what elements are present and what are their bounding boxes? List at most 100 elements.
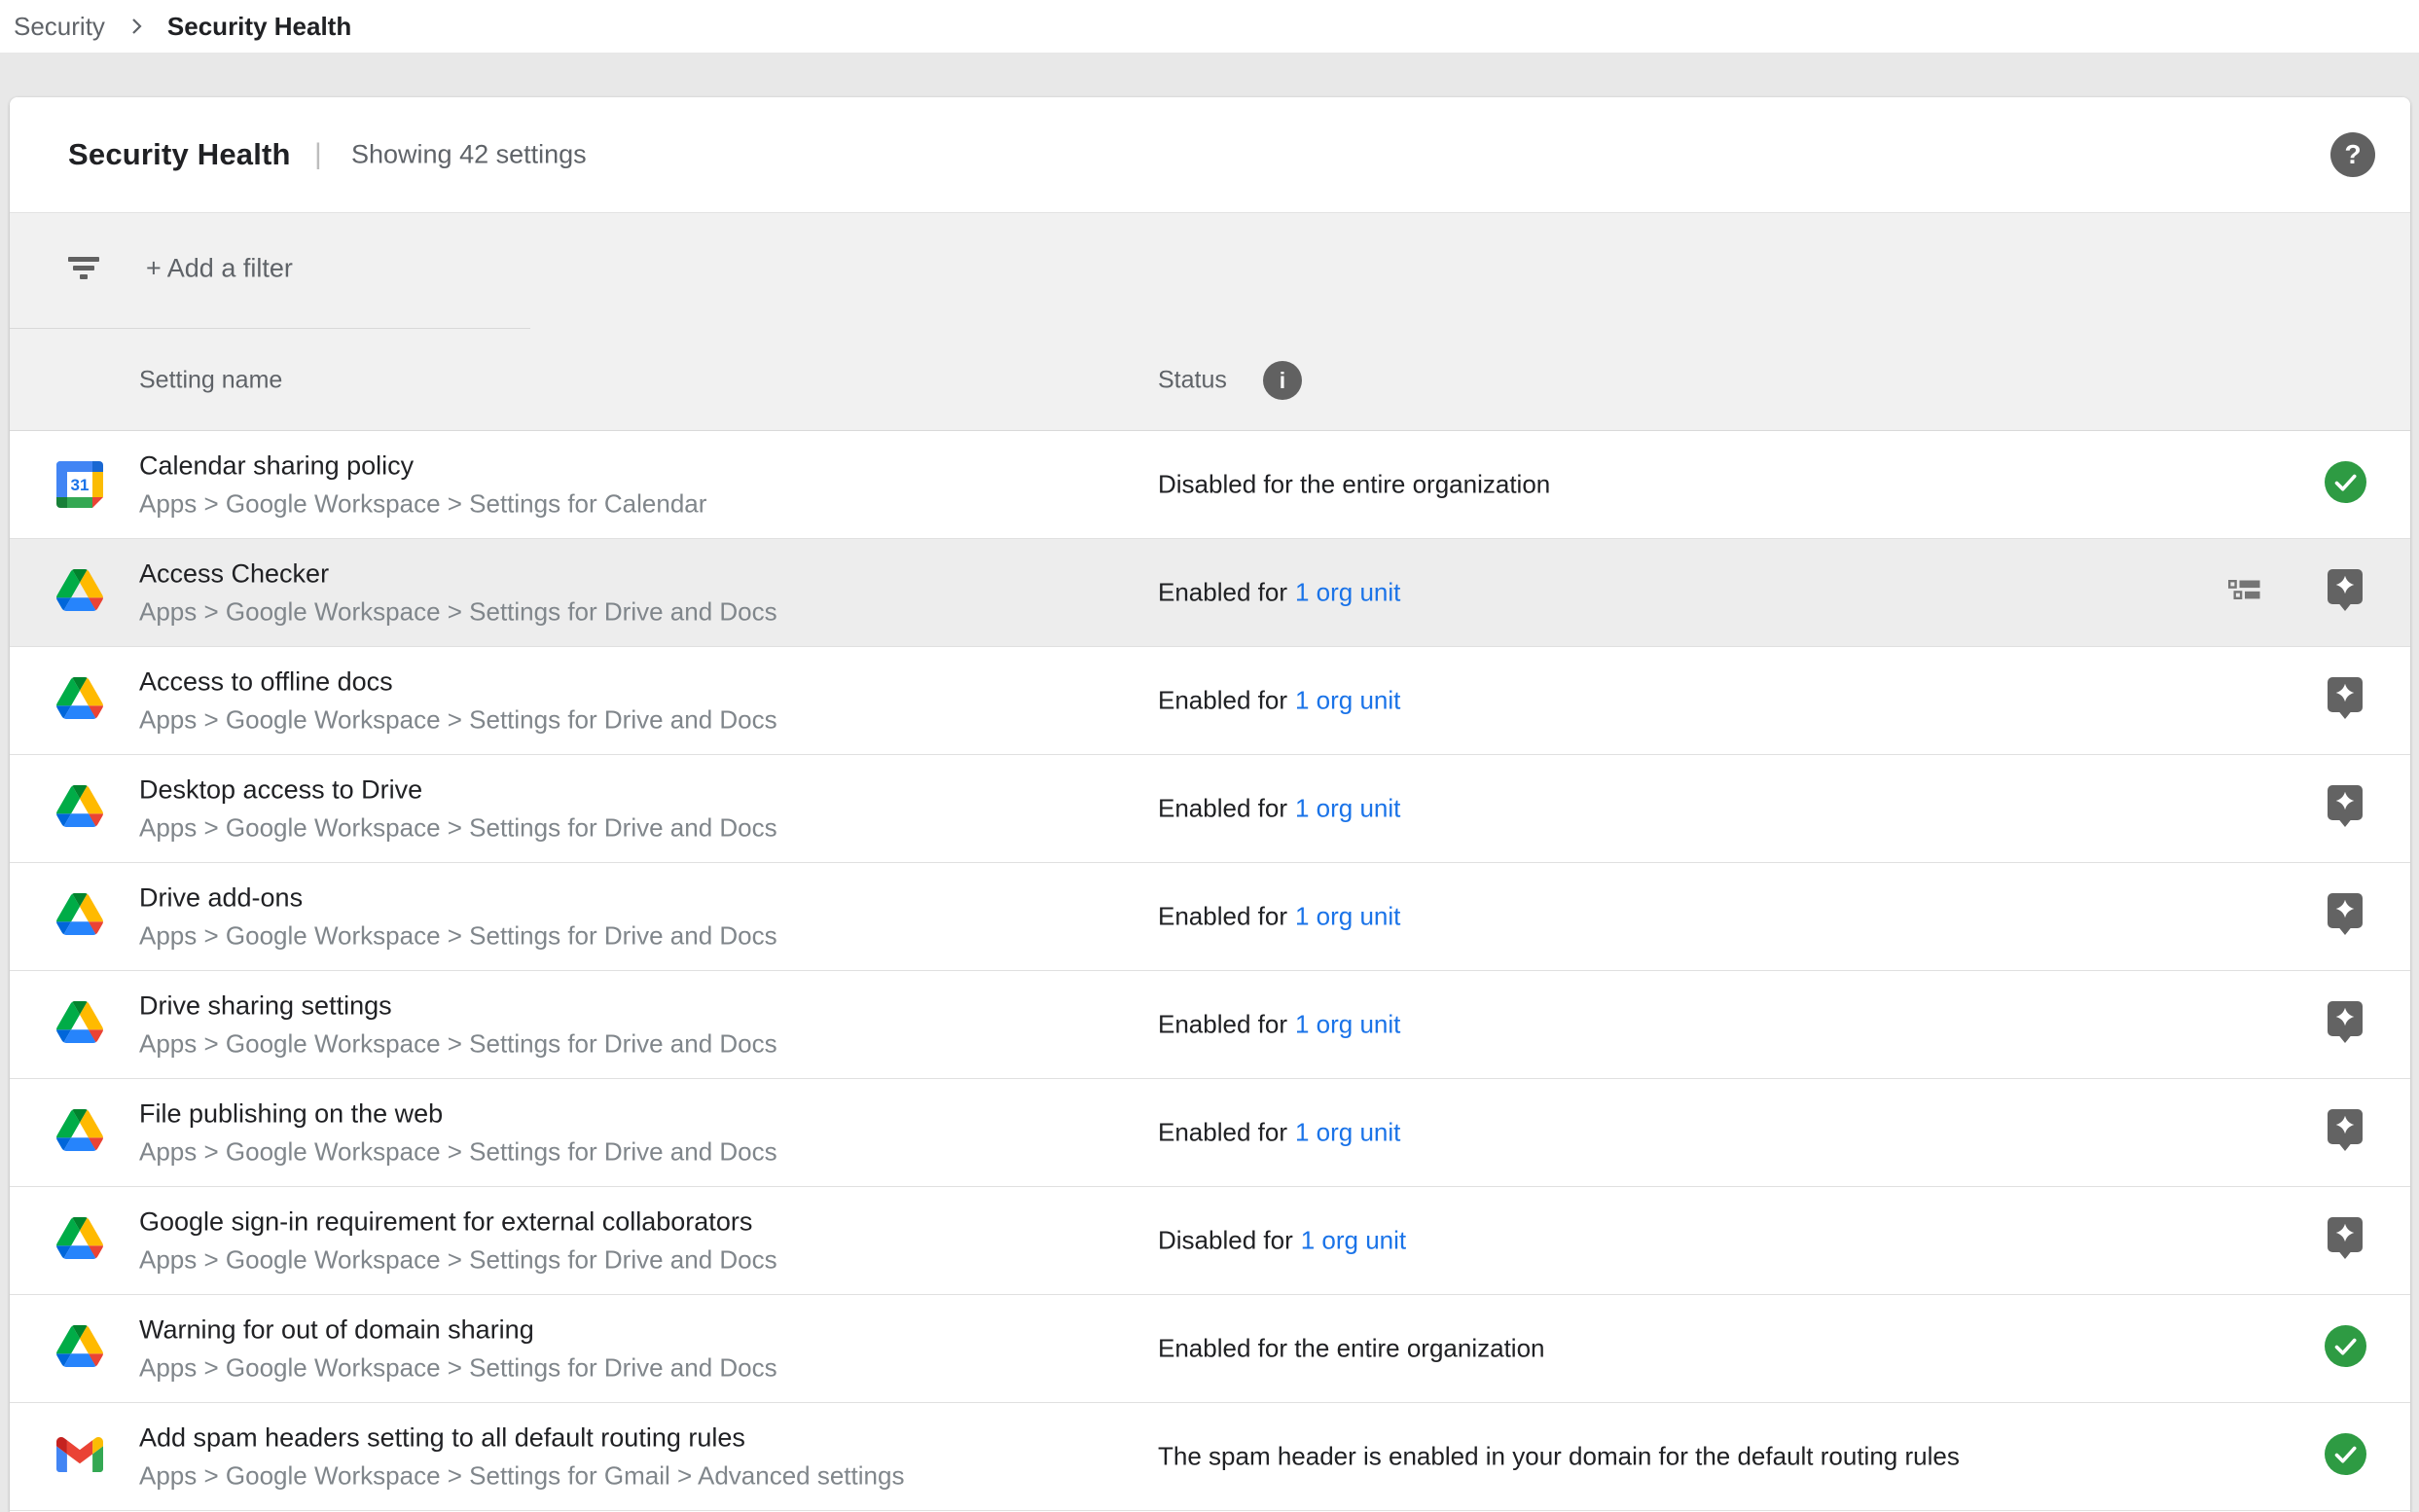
recommendation-badge-icon[interactable] xyxy=(2324,787,2366,830)
setting-path: Apps > Google Workspace > Settings for G… xyxy=(139,1460,904,1493)
drive-icon xyxy=(56,677,103,724)
status-text: Enabled for xyxy=(1158,578,1287,607)
org-unit-link[interactable]: 1 org unit xyxy=(1295,902,1400,931)
recommendation-badge-icon[interactable] xyxy=(2324,1219,2366,1262)
table-row[interactable]: Drive sharing settings Apps > Google Wor… xyxy=(10,971,2410,1079)
status-cell: Enabled for the entire organization xyxy=(1158,1334,1545,1364)
status-cell: Disabled for the entire organization xyxy=(1158,470,1550,500)
table-row[interactable]: Access Checker Apps > Google Workspace >… xyxy=(10,539,2410,647)
status-cell: Enabled for 1 org unit xyxy=(1158,686,1400,716)
recommendation-badge-icon xyxy=(2328,569,2363,617)
status-cell: Enabled for 1 org unit xyxy=(1158,902,1400,932)
recommendation-badge-icon[interactable] xyxy=(2324,895,2366,938)
status-cell: Enabled for1 org unit xyxy=(1158,1010,1400,1040)
table-row[interactable]: Add spam headers setting to all default … xyxy=(10,1403,2410,1511)
org-units-icon xyxy=(2228,580,2261,605)
setting-name: Add spam headers setting to all default … xyxy=(139,1422,904,1455)
org-unit-link[interactable]: 1 org unit xyxy=(1295,686,1400,715)
settings-count: Showing 42 settings xyxy=(351,140,587,170)
status-text: Enabled for xyxy=(1158,1118,1287,1147)
recommendation-badge-icon xyxy=(2328,1109,2363,1157)
table-row[interactable]: File publishing on the web Apps > Google… xyxy=(10,1079,2410,1187)
check-circle-icon xyxy=(2325,461,2366,508)
check-circle-icon xyxy=(2325,1433,2366,1480)
drive-icon xyxy=(56,1217,103,1264)
setting-path: Apps > Google Workspace > Settings for D… xyxy=(139,1244,777,1277)
setting-name: Drive sharing settings xyxy=(139,990,777,1023)
setting-path: Apps > Google Workspace > Settings for D… xyxy=(139,812,777,845)
org-unit-link[interactable]: 1 org unit xyxy=(1295,578,1400,607)
status-text: Enabled for the entire organization xyxy=(1158,1334,1545,1363)
recommendation-badge-icon xyxy=(2328,677,2363,725)
recommendation-badge-icon xyxy=(2328,1001,2363,1049)
status-info-button[interactable]: i xyxy=(1263,361,1302,400)
table-row[interactable]: Google sign-in requirement for external … xyxy=(10,1187,2410,1295)
setting-path: Apps > Google Workspace > Settings for D… xyxy=(139,1028,777,1061)
info-icon: i xyxy=(1280,368,1285,394)
breadcrumb: Security Security Health xyxy=(0,0,2419,53)
drive-icon xyxy=(56,1109,103,1156)
security-health-card: Security Health | Showing 42 settings ? … xyxy=(10,97,2410,1512)
status-text: The spam header is enabled in your domai… xyxy=(1158,1442,1960,1471)
recommendation-badge-icon[interactable] xyxy=(2324,1003,2366,1046)
recommendation-badge-icon[interactable] xyxy=(2324,1111,2366,1154)
table-row[interactable]: Warning for out of domain sharing Apps >… xyxy=(10,1295,2410,1403)
column-setting-name: Setting name xyxy=(139,367,282,395)
setting-path: Apps > Google Workspace > Settings for D… xyxy=(139,704,777,737)
recommendation-badge-icon xyxy=(2328,1217,2363,1265)
recommendation-badge-icon[interactable] xyxy=(2324,571,2366,614)
setting-name: Calendar sharing policy xyxy=(139,450,706,483)
org-unit-link[interactable]: 1 org unit xyxy=(1295,1010,1400,1039)
table-row[interactable]: Access to offline docs Apps > Google Wor… xyxy=(10,647,2410,755)
help-button[interactable]: ? xyxy=(2330,132,2375,177)
page-title: Security Health xyxy=(68,137,291,172)
check-circle-icon xyxy=(2324,463,2366,506)
calendar-icon: 31 xyxy=(56,461,103,508)
check-circle-icon xyxy=(2324,1435,2366,1478)
recommendation-badge-icon[interactable] xyxy=(2324,679,2366,722)
setting-path: Apps > Google Workspace > Settings for D… xyxy=(139,1352,777,1385)
drive-icon xyxy=(56,1001,103,1048)
org-units-button[interactable] xyxy=(2228,580,2261,605)
breadcrumb-security[interactable]: Security xyxy=(14,12,105,42)
settings-list: 31 Calendar sharing policy Apps > Google… xyxy=(10,431,2410,1511)
org-unit-link[interactable]: 1 org unit xyxy=(1295,1118,1400,1147)
card-header: Security Health | Showing 42 settings ? xyxy=(10,97,2410,212)
check-circle-icon xyxy=(2325,1325,2366,1372)
gmail-icon xyxy=(56,1433,103,1480)
breadcrumb-security-health: Security Health xyxy=(167,12,351,42)
setting-name: Access Checker xyxy=(139,558,777,591)
status-cell: Enabled for 1 org unit xyxy=(1158,578,1400,608)
status-cell: The spam header is enabled in your domai… xyxy=(1158,1442,1960,1472)
status-cell: Disabled for 1 org unit xyxy=(1158,1226,1406,1256)
add-filter-button[interactable]: + Add a filter xyxy=(146,254,293,284)
table-header: Setting name Status i xyxy=(10,328,2410,430)
setting-name: Access to offline docs xyxy=(139,666,777,699)
setting-name: Google sign-in requirement for external … xyxy=(139,1206,777,1239)
org-unit-link[interactable]: 1 org unit xyxy=(1295,794,1400,823)
recommendation-badge-icon xyxy=(2328,785,2363,833)
status-cell: Enabled for 1 org unit xyxy=(1158,1118,1400,1148)
column-status: Status xyxy=(1158,367,1227,395)
recommendation-badge-icon xyxy=(2328,893,2363,941)
status-cell: Enabled for1 org unit xyxy=(1158,794,1400,824)
drive-icon xyxy=(56,785,103,832)
chevron-right-icon xyxy=(125,15,148,38)
status-text: Disabled for xyxy=(1158,1226,1293,1255)
table-row[interactable]: Desktop access to Drive Apps > Google Wo… xyxy=(10,755,2410,863)
drive-icon xyxy=(56,893,103,940)
setting-path: Apps > Google Workspace > Settings for D… xyxy=(139,920,777,953)
status-text: Disabled for the entire organization xyxy=(1158,470,1550,499)
table-row[interactable]: Drive add-ons Apps > Google Workspace > … xyxy=(10,863,2410,971)
setting-name: Warning for out of domain sharing xyxy=(139,1314,777,1347)
filter-and-header-section: + Add a filter Setting name Status i xyxy=(10,212,2410,431)
filter-icon[interactable] xyxy=(68,257,101,279)
status-text: Enabled for xyxy=(1158,902,1287,931)
drive-icon xyxy=(56,569,103,616)
org-unit-link[interactable]: 1 org unit xyxy=(1301,1226,1406,1255)
status-text: Enabled for xyxy=(1158,686,1287,715)
setting-name: File publishing on the web xyxy=(139,1098,777,1131)
table-row[interactable]: 31 Calendar sharing policy Apps > Google… xyxy=(10,431,2410,539)
setting-path: Apps > Google Workspace > Settings for D… xyxy=(139,1136,777,1169)
setting-name: Drive add-ons xyxy=(139,882,777,915)
